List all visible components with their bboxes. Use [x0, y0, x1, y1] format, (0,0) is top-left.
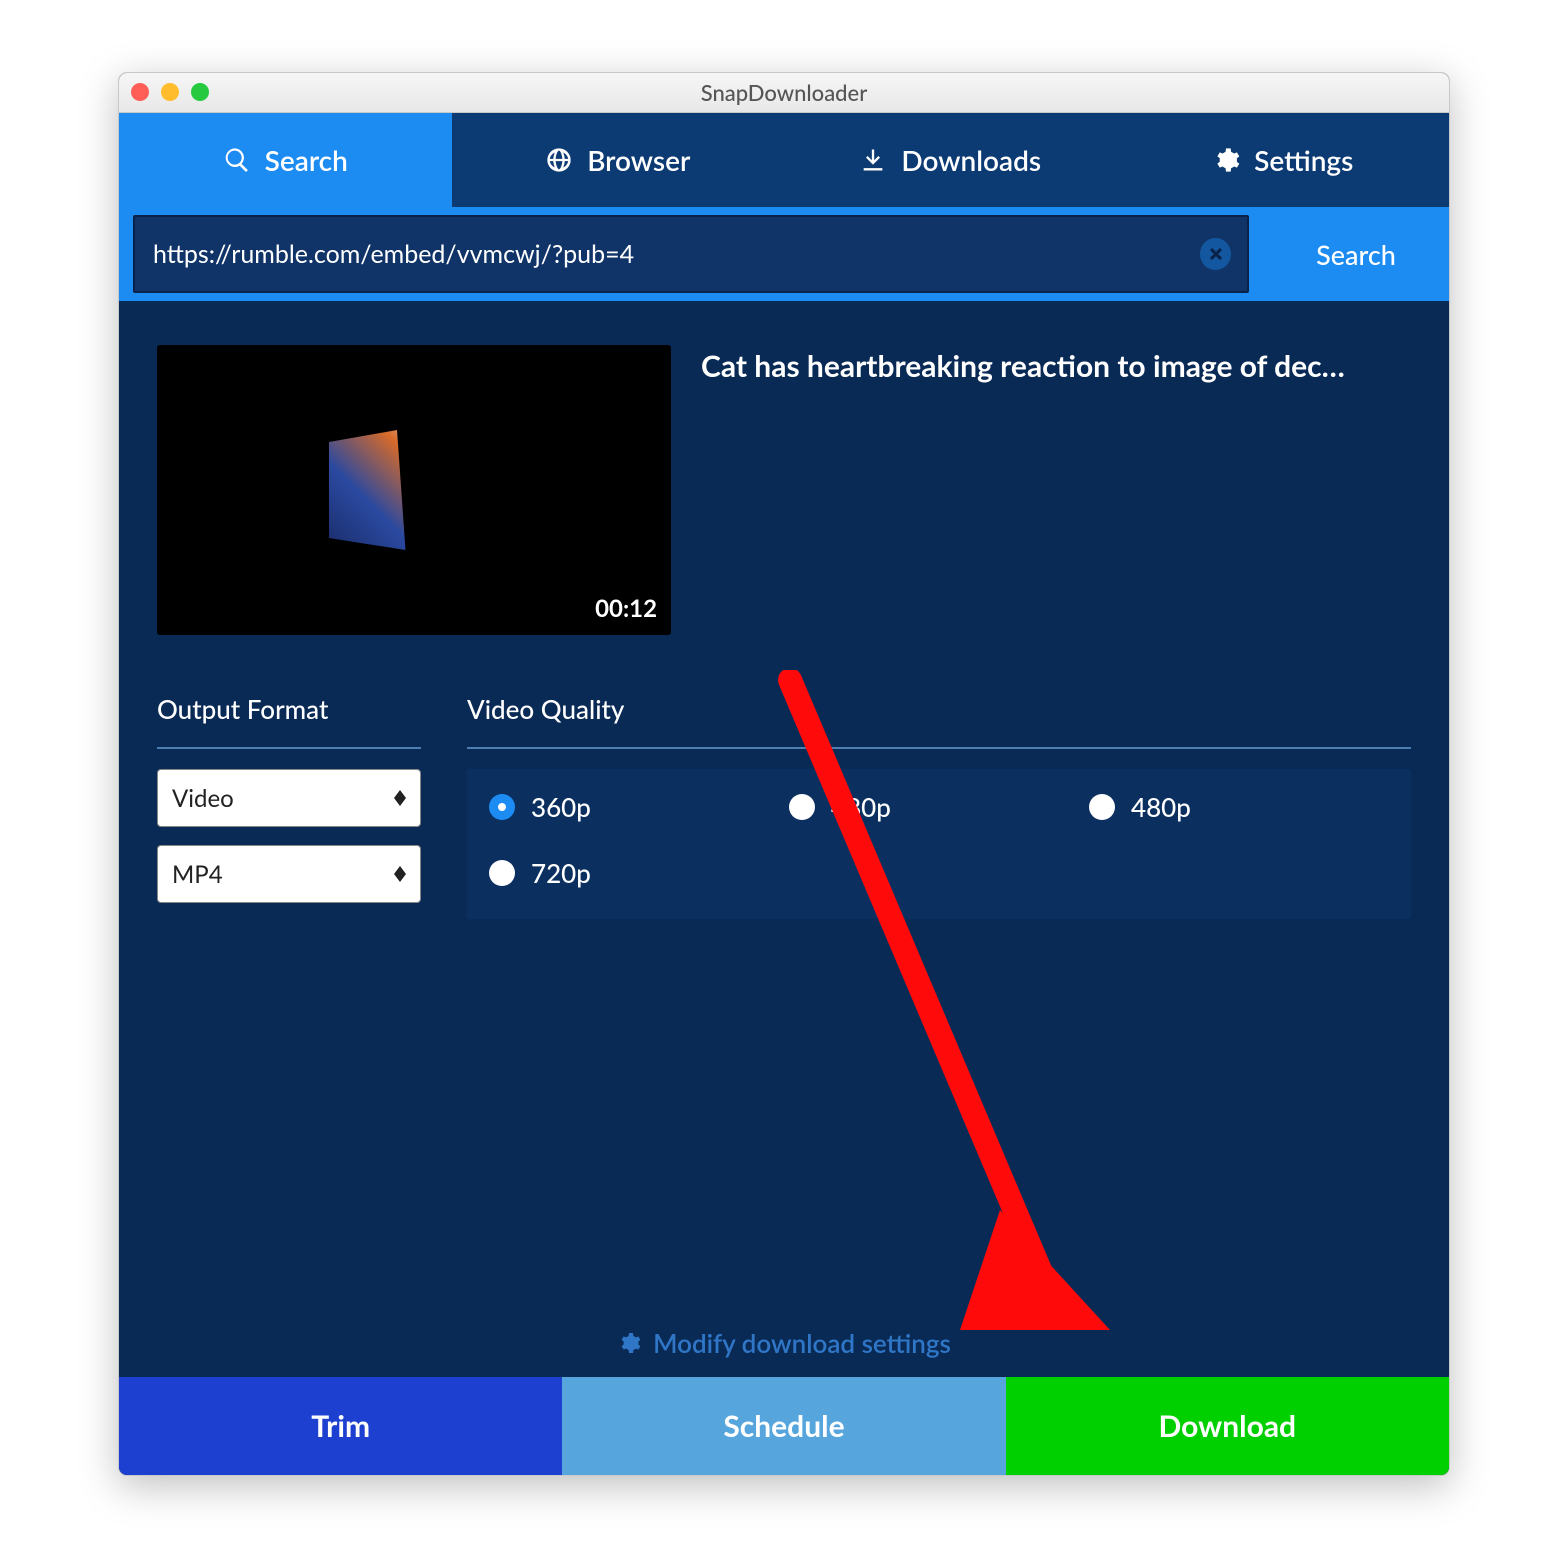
url-input-wrapper	[133, 215, 1249, 293]
output-format-section: Output Format Video MP4	[157, 693, 421, 921]
modify-download-settings-link[interactable]: Modify download settings	[119, 1327, 1449, 1359]
trim-button-label: Trim	[311, 1408, 370, 1444]
window-controls	[131, 83, 209, 101]
download-button[interactable]: Download	[1006, 1377, 1449, 1475]
options: Output Format Video MP4 V	[157, 693, 1411, 921]
tab-search[interactable]: Search	[119, 113, 452, 207]
close-icon	[1208, 246, 1224, 262]
video-info: 00:12 Cat has heartbreaking reaction to …	[157, 345, 1411, 635]
globe-icon	[545, 146, 573, 174]
search-icon	[223, 146, 251, 174]
quality-option-label: 720p	[531, 857, 591, 889]
main-tabs: Search Browser Downloads Settings	[119, 113, 1449, 207]
select-arrows-icon	[394, 866, 406, 882]
quality-option-480p[interactable]: 480p	[789, 791, 1089, 823]
quality-option-label: 480p	[1131, 791, 1191, 823]
radio-dot-icon	[1089, 794, 1115, 820]
minimize-window-button[interactable]	[161, 83, 179, 101]
video-duration: 00:12	[595, 594, 657, 623]
radio-dot-icon	[489, 794, 515, 820]
quality-option-480p[interactable]: 480p	[1089, 791, 1389, 823]
content-area: 00:12 Cat has heartbreaking reaction to …	[119, 301, 1449, 1475]
quality-option-360p[interactable]: 360p	[489, 791, 789, 823]
modify-download-settings-label: Modify download settings	[653, 1327, 951, 1359]
search-bar: Search	[119, 207, 1449, 301]
output-container-value: MP4	[172, 860, 223, 889]
clear-url-button[interactable]	[1200, 238, 1231, 270]
fullscreen-window-button[interactable]	[191, 83, 209, 101]
select-arrows-icon	[394, 790, 406, 806]
video-quality-label: Video Quality	[467, 693, 1411, 749]
tab-search-label: Search	[265, 143, 348, 177]
close-window-button[interactable]	[131, 83, 149, 101]
quality-option-720p[interactable]: 720p	[489, 857, 789, 889]
radio-dot-icon	[489, 860, 515, 886]
action-bar: Trim Schedule Download	[119, 1377, 1449, 1475]
video-title: Cat has heartbreaking reaction to image …	[701, 345, 1411, 635]
quality-option-label: 480p	[831, 791, 891, 823]
tab-settings[interactable]: Settings	[1117, 113, 1450, 207]
tab-browser-label: Browser	[587, 143, 690, 177]
output-type-value: Video	[172, 784, 234, 813]
app-window: SnapDownloader Search Browser Downloads …	[118, 72, 1450, 1476]
gear-icon	[617, 1331, 641, 1355]
search-button[interactable]: Search	[1263, 207, 1449, 301]
radio-dot-icon	[789, 794, 815, 820]
download-icon	[859, 146, 887, 174]
video-quality-panel: 360p 480p 480p 720p	[467, 769, 1411, 919]
window-title: SnapDownloader	[701, 79, 868, 106]
download-button-label: Download	[1159, 1408, 1297, 1444]
tab-settings-label: Settings	[1254, 143, 1353, 177]
tab-downloads[interactable]: Downloads	[784, 113, 1117, 207]
trim-button[interactable]: Trim	[119, 1377, 562, 1475]
tab-downloads-label: Downloads	[901, 143, 1041, 177]
url-input[interactable]	[151, 238, 1190, 270]
thumbnail-art	[329, 430, 499, 550]
video-thumbnail[interactable]: 00:12	[157, 345, 671, 635]
output-container-select[interactable]: MP4	[157, 845, 421, 903]
tab-browser[interactable]: Browser	[452, 113, 785, 207]
search-button-label: Search	[1316, 238, 1396, 271]
schedule-button[interactable]: Schedule	[562, 1377, 1005, 1475]
video-quality-section: Video Quality 360p 480p 480p 720p	[467, 693, 1411, 921]
titlebar: SnapDownloader	[119, 73, 1449, 113]
output-format-label: Output Format	[157, 693, 421, 749]
quality-option-label: 360p	[531, 791, 591, 823]
output-type-select[interactable]: Video	[157, 769, 421, 827]
schedule-button-label: Schedule	[723, 1408, 844, 1444]
gear-icon	[1212, 146, 1240, 174]
